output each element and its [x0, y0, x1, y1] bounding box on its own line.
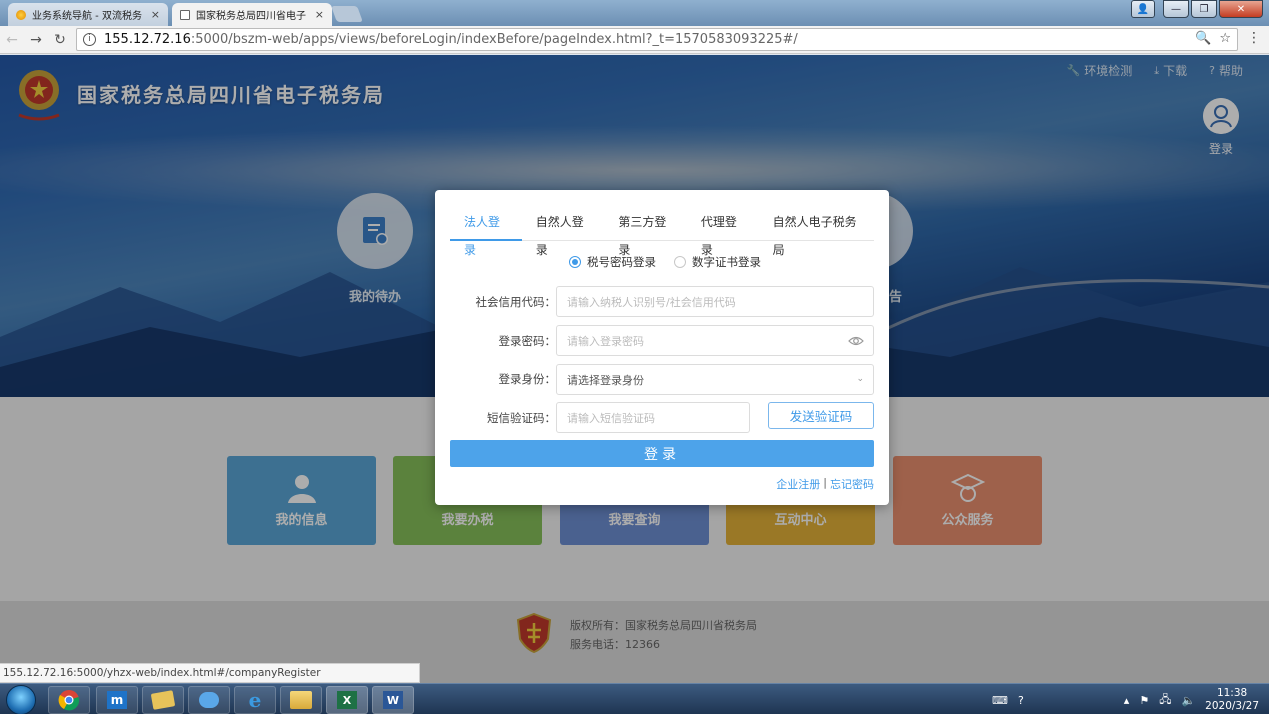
company-register-link[interactable]: 企业注册	[776, 476, 820, 492]
reload-icon[interactable]: ↻	[48, 32, 72, 48]
address-bar[interactable]: i 155.12.72.16:5000/bszm-web/apps/views/…	[76, 28, 1238, 51]
tray-expand-icon[interactable]: ▴	[1124, 694, 1130, 707]
tab-natural-person-login[interactable]: 自然人登录	[522, 208, 605, 257]
zoom-icon[interactable]: 🔍	[1195, 31, 1211, 46]
forgot-password-link[interactable]: 忘记密码	[830, 476, 874, 492]
browser-tab-active[interactable]: 国家税务总局四川省电子 ×	[172, 3, 332, 26]
login-method-group: 税号密码登录 数字证书登录	[569, 254, 761, 270]
window-controls: 👤 — ❐ ✕	[1131, 0, 1263, 18]
close-button[interactable]: ✕	[1219, 0, 1263, 18]
identity-label: 登录身份：	[498, 372, 557, 386]
clock-time: 11:38	[1216, 687, 1248, 699]
keyboard-icon[interactable]: ⌨	[992, 694, 1008, 707]
url-path: :5000/bszm-web/apps/views/beforeLogin/in…	[190, 32, 798, 47]
radio-label: 数字证书登录	[692, 255, 761, 269]
chrome-icon	[58, 690, 80, 711]
chat-app-taskbar-icon[interactable]	[188, 686, 230, 714]
profile-icon[interactable]: 👤	[1131, 0, 1155, 18]
favicon-icon	[16, 9, 26, 20]
browser-tab-nav[interactable]: 业务系统导航 - 双流税务 ×	[8, 3, 168, 26]
explorer-taskbar-icon[interactable]	[280, 686, 322, 714]
system-tray: ⌨ ? ▴ ⚑ 🖧 🔈 11:38 2020/3/27	[992, 687, 1259, 713]
forward-arrow-icon[interactable]: →	[24, 32, 48, 48]
radio-label: 税号密码登录	[587, 255, 656, 269]
identity-select[interactable]: 请选择登录身份 ⌄	[556, 364, 874, 395]
bookmark-star-icon[interactable]: ☆	[1219, 31, 1231, 46]
excel-taskbar-icon[interactable]: X	[326, 686, 368, 714]
browser-toolbar: ← → ↻ i 155.12.72.16:5000/bszm-web/apps/…	[0, 26, 1269, 54]
info-icon[interactable]: i	[83, 33, 96, 46]
identity-selected-value: 请选择登录身份	[567, 373, 644, 387]
page-viewport: 国家税务总局四川省电子税务局 🔧 环境检测 ⤓ 下载 ? 帮助 登录 我的待办 …	[0, 55, 1269, 683]
login-submit-button[interactable]: 登录	[450, 440, 874, 467]
tab-third-party-login[interactable]: 第三方登录	[604, 208, 687, 257]
flag-icon[interactable]: ⚑	[1139, 694, 1149, 707]
password-input[interactable]: 请输入登录密码	[556, 325, 874, 356]
tab-title: 业务系统导航 - 双流税务	[32, 11, 142, 22]
windows-start-icon[interactable]	[6, 685, 36, 714]
taskbar-clock[interactable]: 11:38 2020/3/27	[1205, 687, 1259, 713]
radio-checked-icon	[569, 256, 581, 268]
windows-taskbar: m e X W ⌨ ? ▴ ⚑ 🖧 🔈 11:38 2020/3/27	[0, 683, 1269, 714]
tab-title: 国家税务总局四川省电子	[196, 11, 306, 22]
modal-links: 企业注册 | 忘记密码	[776, 476, 874, 492]
link-separator: |	[823, 476, 827, 489]
browser-titlebar: 业务系统导航 - 双流税务 × 国家税务总局四川省电子 × 👤 — ❐ ✕	[0, 0, 1269, 26]
radio-taxid-password[interactable]: 税号密码登录	[569, 254, 656, 270]
folder-icon	[150, 690, 176, 710]
credit-code-label: 社会信用代码：	[475, 295, 557, 309]
password-label: 登录密码：	[498, 334, 557, 348]
app-m-icon: m	[107, 691, 127, 709]
clock-date: 2020/3/27	[1205, 700, 1259, 712]
minimize-button[interactable]: —	[1163, 0, 1189, 18]
chat-bubble-icon	[199, 692, 219, 708]
network-icon[interactable]: 🖧	[1159, 691, 1171, 710]
sms-code-label: 短信验证码：	[487, 411, 556, 425]
tab-agent-login[interactable]: 代理登录	[687, 208, 759, 257]
file-explorer-icon	[290, 691, 312, 709]
app-m-taskbar-icon[interactable]: m	[96, 686, 138, 714]
radio-unchecked-icon	[674, 256, 686, 268]
word-taskbar-icon[interactable]: W	[372, 686, 414, 714]
chrome-taskbar-icon[interactable]	[48, 686, 90, 714]
browser-status-bar: 155.12.72.16:5000/yhzx-web/index.html#/c…	[0, 663, 420, 683]
help-tray-icon[interactable]: ?	[1018, 694, 1024, 707]
page-icon	[180, 9, 190, 20]
chevron-down-icon: ⌄	[856, 374, 864, 384]
back-arrow-icon[interactable]: ←	[0, 32, 24, 48]
internet-explorer-icon: e	[248, 688, 262, 712]
login-tabs: 法人登录 自然人登录 第三方登录 代理登录 自然人电子税务局	[450, 208, 874, 257]
credit-code-input[interactable]: 请输入纳税人识别号/社会信用代码	[556, 286, 874, 317]
login-modal: 法人登录 自然人登录 第三方登录 代理登录 自然人电子税务局 税号密码登录 数字…	[435, 190, 889, 505]
show-password-eye-icon[interactable]	[848, 335, 864, 347]
new-tab-button[interactable]	[331, 6, 363, 22]
tab-close-icon[interactable]: ×	[315, 8, 324, 21]
folder-app-taskbar-icon[interactable]	[142, 686, 184, 714]
sms-code-input[interactable]: 请输入短信验证码	[556, 402, 750, 433]
password-placeholder: 请输入登录密码	[567, 334, 644, 348]
volume-icon[interactable]: 🔈	[1181, 694, 1195, 707]
browser-menu-icon[interactable]: ⋮	[1247, 30, 1261, 46]
word-icon: W	[383, 691, 403, 709]
maximize-button[interactable]: ❐	[1191, 0, 1217, 18]
excel-icon: X	[337, 691, 357, 709]
tab-legal-person-login[interactable]: 法人登录	[450, 208, 522, 257]
send-code-button[interactable]: 发送验证码	[768, 402, 874, 429]
tab-natural-person-etax[interactable]: 自然人电子税务局	[759, 208, 874, 257]
ie-taskbar-icon[interactable]: e	[234, 686, 276, 714]
radio-digital-cert[interactable]: 数字证书登录	[674, 254, 761, 270]
tab-close-icon[interactable]: ×	[151, 8, 160, 21]
url-host: 155.12.72.16	[104, 32, 191, 47]
